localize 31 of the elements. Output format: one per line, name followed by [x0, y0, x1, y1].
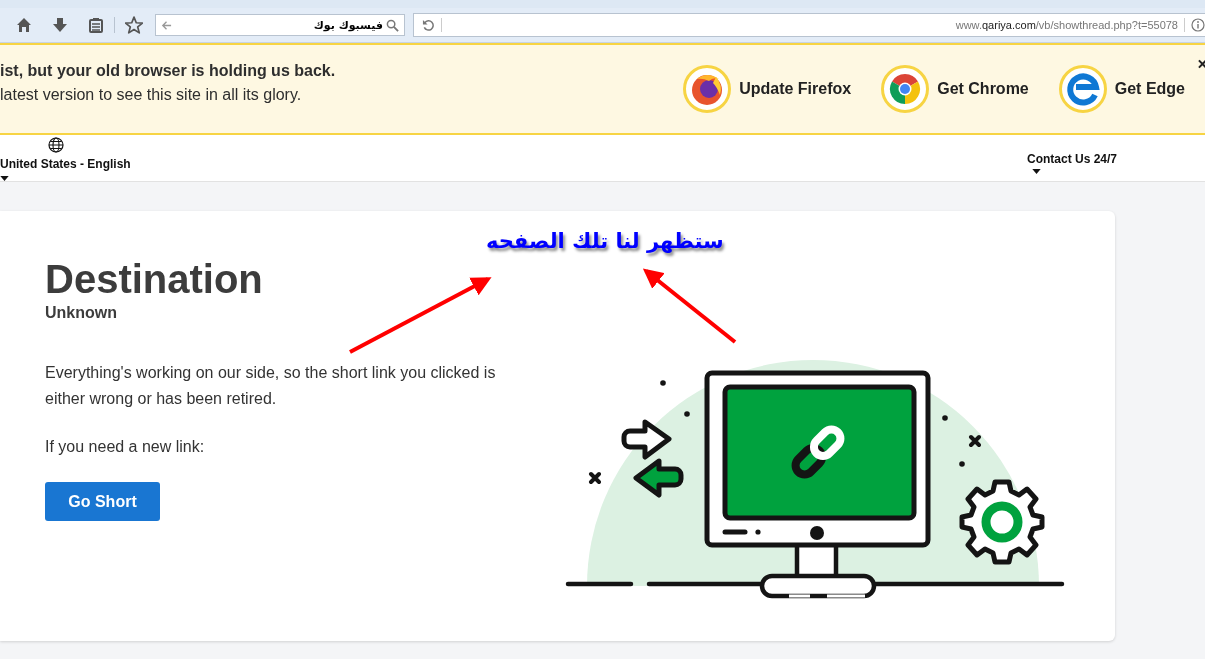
home-icon[interactable]: [16, 17, 32, 33]
chrome-circle-icon: [881, 65, 930, 113]
page-title: Destination: [45, 256, 264, 303]
fox-globe-icon: [683, 65, 732, 113]
search-field[interactable]: فيسبوك بوك: [155, 14, 405, 36]
search-icon[interactable]: [386, 18, 399, 32]
language-selector[interactable]: United States - English: [0, 157, 131, 171]
banner-message: latest version to see this site in all its glory.: [0, 86, 303, 104]
banner-message: ist, but your old browser is holding us back.: [0, 62, 336, 80]
caret-icon[interactable]: [1031, 169, 1041, 174]
reader-list-icon[interactable]: [88, 17, 104, 33]
contact-menu[interactable]: Contact Us 24/7: [1026, 152, 1117, 166]
annotation-text: ستظهر لنا تلك الصفحه: [486, 229, 724, 253]
info-icon[interactable]: [1191, 18, 1205, 32]
star-icon[interactable]: [125, 16, 143, 34]
back-arrow-icon[interactable]: [161, 19, 172, 31]
page-subtitle: Unknown: [45, 304, 118, 322]
close-icon[interactable]: [1198, 58, 1205, 70]
reload-icon[interactable]: [422, 18, 435, 32]
address-url: www.qariya.com/vb/showthread.php?t=55078: [955, 19, 1178, 31]
prompt-text: If you need a new link:: [45, 438, 206, 456]
go-short-button[interactable]: Go Short: [45, 482, 160, 521]
download-icon[interactable]: [52, 17, 68, 33]
browser-download-link[interactable]: Update Firefox: [683, 65, 852, 113]
error-message: Everything's working on our side, so the short link you clicked is either wrong or has been retired.: [45, 363, 497, 409]
browser-download-link[interactable]: Get Edge: [1058, 65, 1185, 113]
address-bar[interactable]: www.qariya.com/vb/showthread.php?t=55078: [413, 13, 1205, 37]
globe-icon[interactable]: [48, 137, 64, 153]
edge-e-icon: [1058, 65, 1107, 113]
browser-download-link[interactable]: Get Chrome: [881, 65, 1029, 113]
caret-icon[interactable]: [0, 176, 9, 181]
